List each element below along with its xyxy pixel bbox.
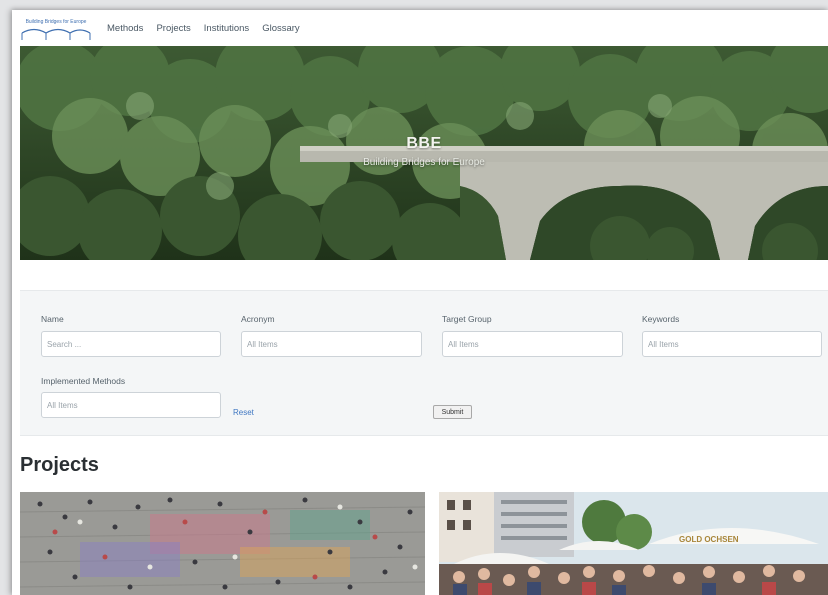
umbrella-print-text: GOLD OCHSEN xyxy=(679,535,739,544)
keywords-select[interactable] xyxy=(642,331,822,357)
hero-title: BBE xyxy=(406,135,442,152)
name-search-input[interactable] xyxy=(41,331,221,357)
nav-link-methods[interactable]: Methods xyxy=(107,23,143,34)
festival-umbrellas-photo: GOLD OCHSEN xyxy=(439,492,828,595)
nav-link-projects[interactable]: Projects xyxy=(156,23,190,34)
hero-subtitle: Building Bridges for Europe xyxy=(363,157,485,168)
projects-heading: Projects xyxy=(20,454,99,476)
implemented-methods-filter-label: Implemented Methods xyxy=(41,376,126,386)
site-logo[interactable]: Building Bridges for Europe xyxy=(20,19,92,41)
target-group-filter-label: Target Group xyxy=(442,314,492,324)
name-filter-label: Name xyxy=(41,314,64,324)
nav-link-glossary[interactable]: Glossary xyxy=(262,23,299,34)
target-group-select[interactable] xyxy=(442,331,623,357)
project-card-1[interactable] xyxy=(20,492,425,595)
forest-bridge-photo xyxy=(20,46,828,260)
crowd-square-photo xyxy=(20,492,425,595)
keywords-filter-label: Keywords xyxy=(642,314,680,324)
nav-links: Methods Projects Institutions Glossary xyxy=(107,23,313,34)
nav-link-institutions[interactable]: Institutions xyxy=(204,23,249,34)
browser-page: Building Bridges for Europe Methods Proj… xyxy=(12,10,828,595)
reset-link[interactable]: Reset xyxy=(233,408,254,417)
hero-banner: BBE Building Bridges for Europe xyxy=(20,46,828,260)
acronym-select[interactable] xyxy=(241,331,422,357)
bridge-logo-icon xyxy=(21,28,91,40)
submit-button[interactable]: Submit xyxy=(433,405,472,419)
acronym-filter-label: Acronym xyxy=(241,314,275,324)
top-navbar: Building Bridges for Europe Methods Proj… xyxy=(12,10,828,46)
project-card-2[interactable]: GOLD OCHSEN xyxy=(439,492,828,595)
implemented-methods-select[interactable] xyxy=(41,392,221,418)
